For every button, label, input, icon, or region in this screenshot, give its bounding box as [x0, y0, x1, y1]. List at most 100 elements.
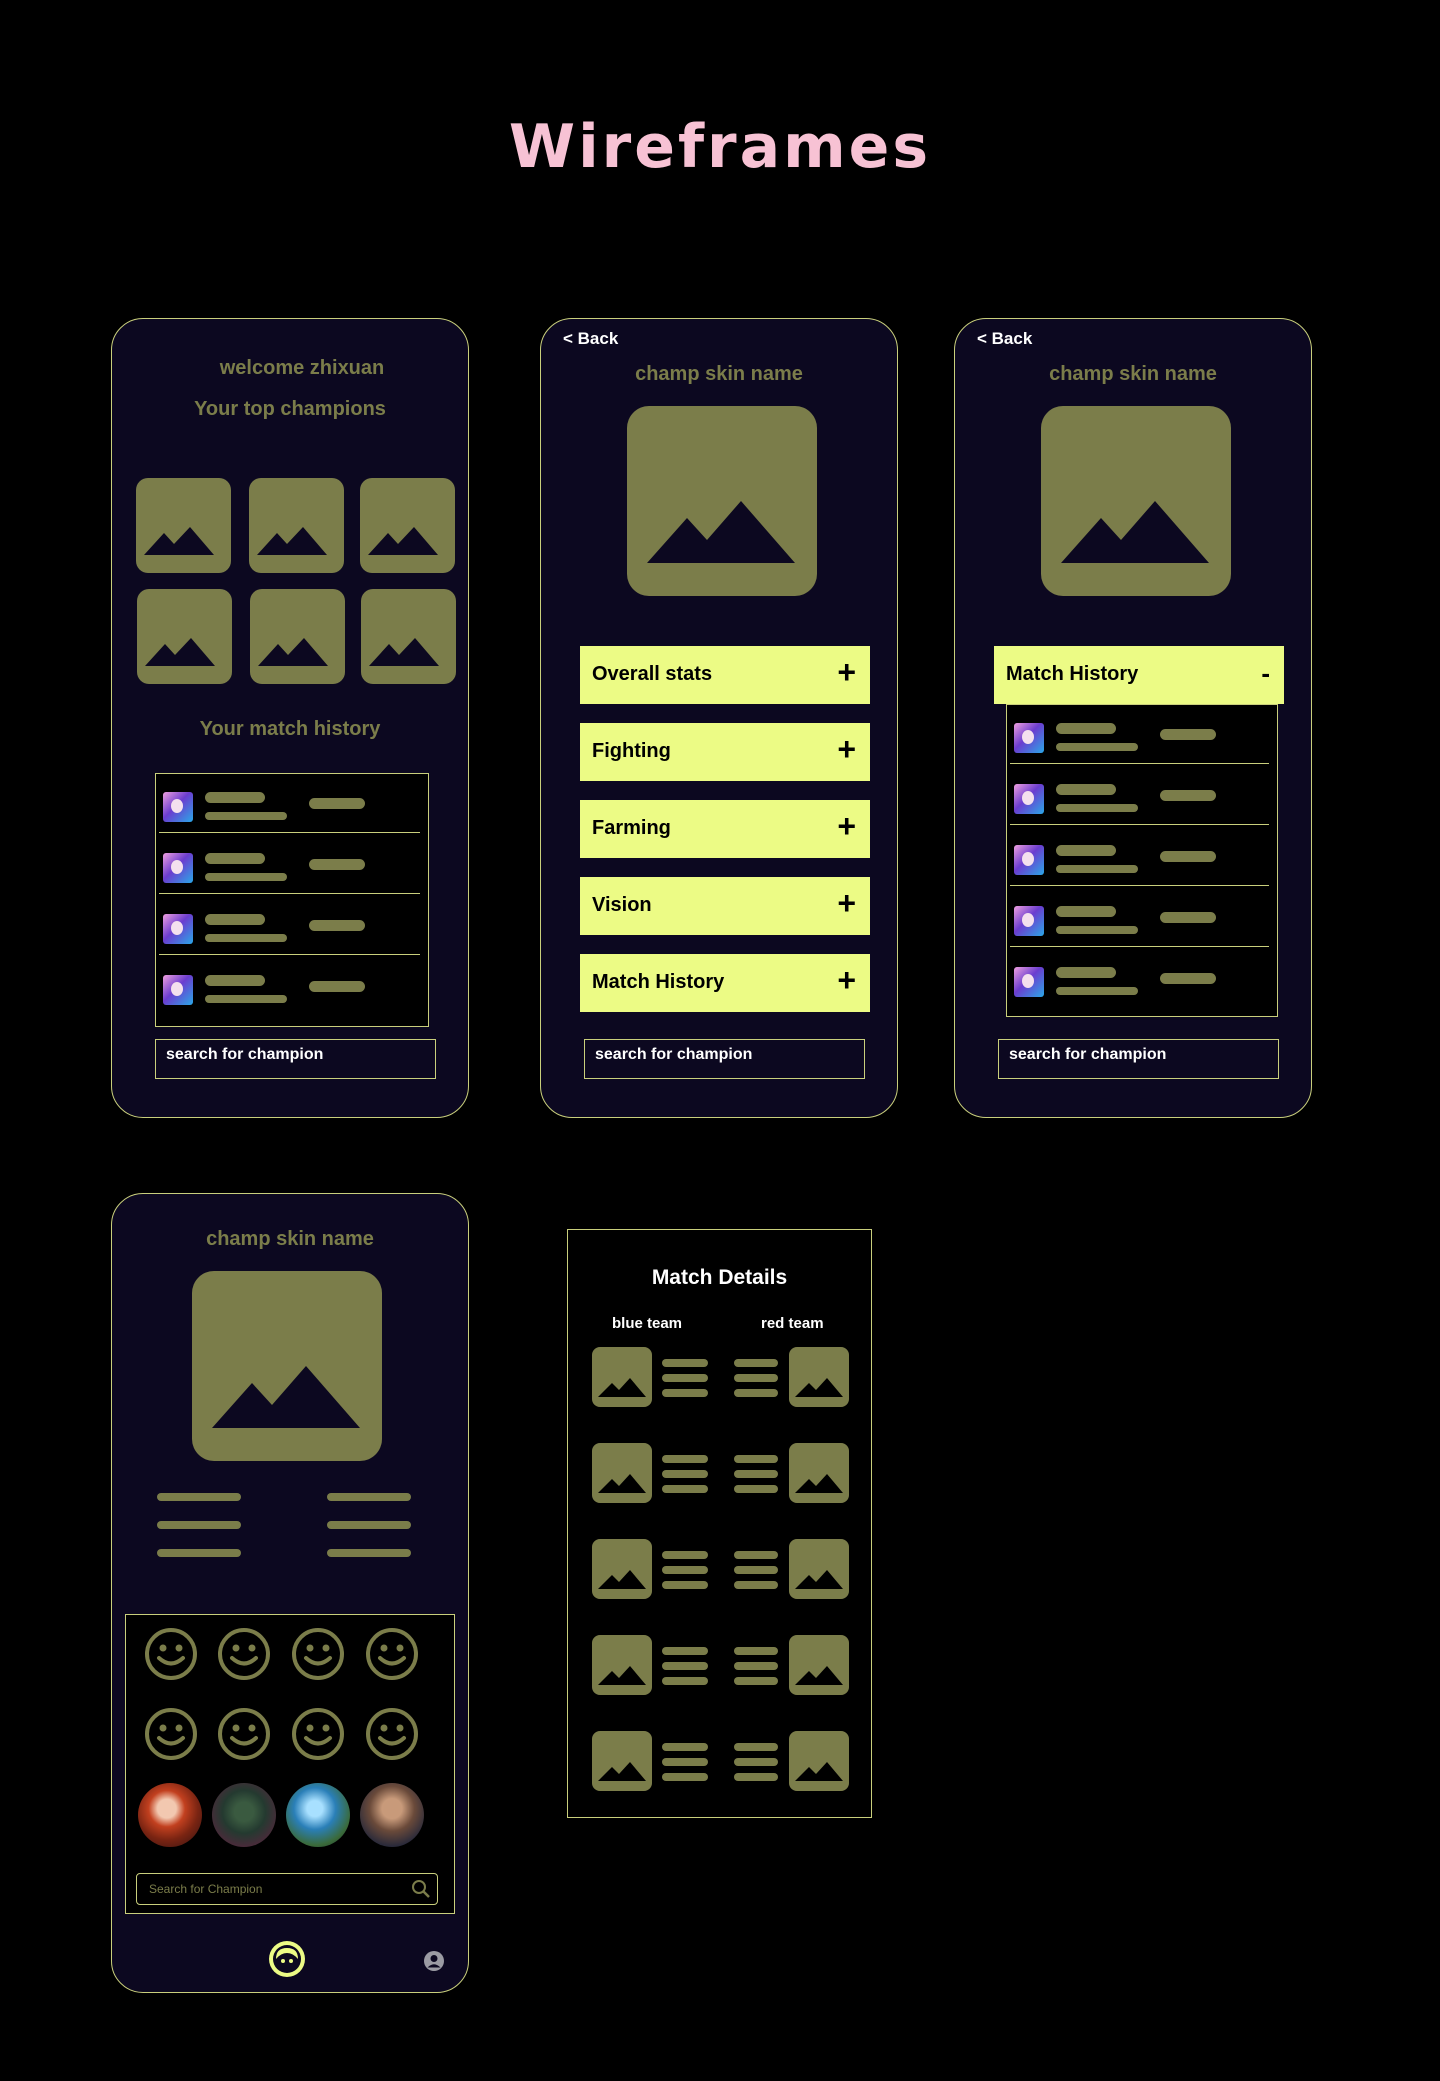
section-overall-stats[interactable]: Overall stats +: [580, 646, 870, 704]
plus-icon: +: [837, 654, 856, 690]
champion-picker: Search for Champion: [125, 1614, 455, 1914]
user-icon[interactable]: [423, 1950, 445, 1972]
stat-line: [157, 1549, 241, 1557]
player-stat-line: [734, 1485, 778, 1493]
player-stat-line: [734, 1359, 778, 1367]
match-history-list: [1006, 704, 1278, 1017]
stat-line: [157, 1493, 241, 1501]
player-image: [789, 1539, 849, 1599]
champion-thumbnail[interactable]: [136, 478, 231, 573]
champion-avatar: [163, 792, 193, 822]
plus-icon: +: [837, 731, 856, 767]
champion-skin-name: champ skin name: [635, 363, 803, 385]
search-icon[interactable]: [411, 1879, 431, 1899]
back-button[interactable]: < Back: [977, 329, 1032, 349]
match-history-list: [155, 773, 429, 1027]
player-image: [592, 1731, 652, 1791]
player-stat-line: [734, 1389, 778, 1397]
player-stat-line: [662, 1551, 708, 1559]
stat-line: [327, 1549, 411, 1557]
section-match-history[interactable]: Match History -: [994, 646, 1284, 704]
player-stat-line: [662, 1470, 708, 1478]
match-row[interactable]: [159, 896, 420, 955]
player-stat-line: [734, 1581, 778, 1589]
champion-portrait[interactable]: [286, 1783, 350, 1847]
search-input[interactable]: search for champion: [584, 1039, 865, 1079]
player-stat-line: [734, 1566, 778, 1574]
match-row[interactable]: [1010, 766, 1269, 825]
player-image: [789, 1347, 849, 1407]
top-champions-heading: Your top champions: [194, 398, 386, 420]
champion-thumbnail[interactable]: [360, 478, 455, 573]
smiley-icon[interactable]: [144, 1627, 198, 1681]
player-image: [592, 1635, 652, 1695]
match-details-panel: Match Details blue team red team: [567, 1229, 872, 1818]
match-history-screen: < Back champ skin name Match History - se…: [954, 318, 1312, 1118]
player-stat-line: [662, 1359, 708, 1367]
match-row[interactable]: [1010, 949, 1269, 1007]
champion-avatar: [163, 914, 193, 944]
player-stat-line: [662, 1389, 708, 1397]
player-stat-line: [734, 1455, 778, 1463]
champion-stats-screen: < Back champ skin name Overall stats + Fi…: [540, 318, 898, 1118]
champion-thumbnail[interactable]: [361, 589, 456, 684]
plus-icon: +: [837, 885, 856, 921]
champion-avatar: [1014, 784, 1044, 814]
player-image: [789, 1731, 849, 1791]
champion-nav-icon[interactable]: [267, 1939, 307, 1979]
champion-thumbnail[interactable]: [249, 478, 344, 573]
match-row[interactable]: [159, 835, 420, 894]
player-stat-line: [734, 1662, 778, 1670]
search-input[interactable]: search for champion: [998, 1039, 1279, 1079]
champion-image: [1041, 406, 1231, 596]
champion-thumbnail[interactable]: [137, 589, 232, 684]
match-row[interactable]: [1010, 827, 1269, 886]
stat-line: [157, 1521, 241, 1529]
match-row[interactable]: [159, 774, 420, 833]
smiley-icon[interactable]: [365, 1627, 419, 1681]
match-row[interactable]: [1010, 888, 1269, 947]
back-button[interactable]: < Back: [563, 329, 618, 349]
player-stat-line: [662, 1647, 708, 1655]
search-input: Search for Champion: [149, 1882, 263, 1896]
champion-portrait[interactable]: [138, 1783, 202, 1847]
match-row[interactable]: [159, 957, 420, 1015]
search-field[interactable]: Search for Champion: [136, 1873, 438, 1905]
stat-line: [327, 1521, 411, 1529]
player-stat-line: [734, 1773, 778, 1781]
stat-line: [327, 1493, 411, 1501]
smiley-icon[interactable]: [291, 1627, 345, 1681]
champion-avatar: [1014, 845, 1044, 875]
section-vision[interactable]: Vision +: [580, 877, 870, 935]
page-title: Wireframes: [508, 112, 932, 182]
plus-icon: +: [837, 962, 856, 998]
player-stat-line: [734, 1758, 778, 1766]
section-fighting[interactable]: Fighting +: [580, 723, 870, 781]
match-details-title: Match Details: [651, 1266, 788, 1289]
smiley-icon[interactable]: [217, 1707, 271, 1761]
player-stat-line: [734, 1470, 778, 1478]
champion-avatar: [1014, 723, 1044, 753]
player-stat-line: [734, 1374, 778, 1382]
player-stat-line: [662, 1677, 708, 1685]
smiley-icon[interactable]: [217, 1627, 271, 1681]
champion-thumbnail[interactable]: [250, 589, 345, 684]
smiley-icon[interactable]: [365, 1707, 419, 1761]
player-stat-line: [662, 1566, 708, 1574]
player-image: [789, 1443, 849, 1503]
player-stat-line: [662, 1581, 708, 1589]
player-image: [592, 1443, 652, 1503]
player-image: [592, 1347, 652, 1407]
champion-skin-name: champ skin name: [206, 1228, 374, 1250]
smiley-icon[interactable]: [144, 1707, 198, 1761]
champion-portrait[interactable]: [212, 1783, 276, 1847]
champion-image: [627, 406, 817, 596]
section-match-history[interactable]: Match History +: [580, 954, 870, 1012]
champion-skin-name: champ skin name: [1049, 363, 1217, 385]
champion-portrait[interactable]: [360, 1783, 424, 1847]
champion-avatar: [1014, 906, 1044, 936]
match-row[interactable]: [1010, 705, 1269, 764]
smiley-icon[interactable]: [291, 1707, 345, 1761]
section-farming[interactable]: Farming +: [580, 800, 870, 858]
search-input[interactable]: search for champion: [155, 1039, 436, 1079]
